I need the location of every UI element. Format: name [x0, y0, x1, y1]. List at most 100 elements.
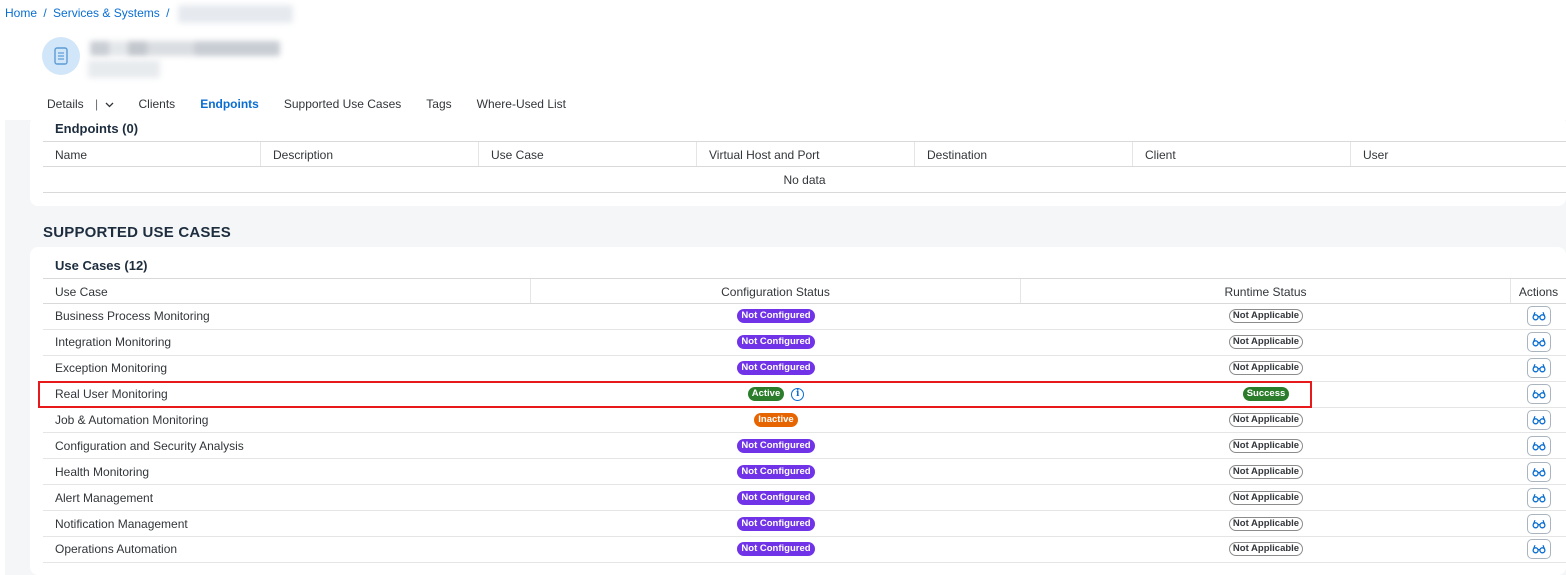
- actions-cell: [1511, 410, 1566, 430]
- glasses-icon: [1531, 519, 1546, 529]
- column-header-configuration-status[interactable]: Configuration Status: [531, 279, 1021, 303]
- configuration-status-cell: Not Configured: [531, 464, 1021, 479]
- table-row[interactable]: Job & Automation Monitoring Inactive Not A…: [43, 408, 1566, 434]
- runtime-status-badge: Not Applicable: [1228, 361, 1304, 376]
- view-details-button[interactable]: [1526, 513, 1551, 534]
- use-case-name: Configuration and Security Analysis: [55, 438, 244, 453]
- column-header-user[interactable]: User: [1351, 142, 1566, 166]
- tab-split-separator: |: [95, 97, 99, 111]
- runtime-status-cell: Not Applicable: [1021, 361, 1511, 376]
- column-header-name[interactable]: Name: [43, 142, 261, 166]
- glasses-icon: [1531, 545, 1546, 554]
- glasses-icon: [1531, 441, 1546, 451]
- runtime-status-cell: Not Applicable: [1021, 542, 1511, 557]
- view-details-button[interactable]: [1526, 539, 1551, 560]
- use-case-name: Health Monitoring: [55, 464, 150, 479]
- use-cases-table: Use Case Configuration Status Runtime St…: [43, 278, 1566, 563]
- endpoints-table-title: Endpoints (0): [55, 121, 139, 136]
- table-row[interactable]: Operations Automation Not Configured Not A…: [43, 537, 1566, 563]
- runtime-status-badge: Success: [1242, 387, 1290, 402]
- configuration-status-cell: Not Configured: [531, 335, 1021, 350]
- table-row[interactable]: Exception Monitoring Not Configured Not Ap…: [43, 356, 1566, 382]
- use-case-name: Job & Automation Monitoring: [55, 413, 209, 427]
- configuration-status-cell: Not Configured: [531, 542, 1021, 557]
- actions-cell: [1511, 539, 1566, 560]
- object-page-header: Home / Services & Systems / Details | Cl…: [0, 0, 1566, 120]
- breadcrumb-redacted-item: [177, 5, 293, 23]
- table-row[interactable]: Real User Monitoring Active i Success: [43, 382, 1566, 408]
- view-details-button[interactable]: [1526, 461, 1551, 482]
- table-row[interactable]: Configuration and Security Analysis Not C…: [43, 433, 1566, 460]
- endpoints-table: Name Description Use Case Virtual Host a…: [43, 141, 1566, 193]
- use-case-name: Operations Automation: [55, 542, 178, 557]
- view-details-button[interactable]: [1526, 306, 1551, 327]
- object-avatar: [42, 37, 80, 75]
- configuration-status-badge: Not Configured: [737, 516, 815, 531]
- view-details-button[interactable]: [1526, 332, 1551, 353]
- table-row[interactable]: Integration Monitoring Not Configured Not …: [43, 330, 1566, 356]
- glasses-icon: [1531, 415, 1546, 425]
- actions-cell: [1511, 332, 1566, 353]
- view-details-button[interactable]: [1526, 410, 1551, 430]
- glasses-icon: [1531, 467, 1546, 477]
- runtime-status-badge: Not Applicable: [1228, 309, 1304, 324]
- view-details-button[interactable]: [1526, 487, 1551, 508]
- breadcrumb-services-link[interactable]: Services & Systems: [53, 6, 160, 20]
- column-header-virtual-host[interactable]: Virtual Host and Port: [697, 142, 915, 166]
- glasses-icon: [1531, 312, 1546, 321]
- table-row[interactable]: Alert Management Not Configured Not Applic…: [43, 485, 1566, 512]
- object-title-redacted: [90, 41, 280, 56]
- configuration-status-badge: Not Configured: [737, 464, 815, 479]
- column-header-runtime-status[interactable]: Runtime Status: [1021, 279, 1511, 303]
- page: Home / Services & Systems / Details | Cl…: [0, 0, 1566, 575]
- configuration-status-badge: Not Configured: [737, 438, 815, 453]
- tab-supported-use-cases-label: Supported Use Cases: [283, 97, 402, 111]
- runtime-status-cell: Success: [1021, 387, 1511, 402]
- breadcrumb-home-link[interactable]: Home: [5, 6, 37, 20]
- glasses-icon: [1531, 493, 1546, 503]
- configuration-status-badge: Not Configured: [737, 309, 815, 324]
- runtime-status-badge: Not Applicable: [1228, 464, 1304, 479]
- use-case-name: Real User Monitoring: [55, 387, 168, 402]
- use-case-name: Business Process Monitoring: [55, 309, 210, 324]
- runtime-status-badge: Not Applicable: [1228, 542, 1304, 557]
- column-header-description[interactable]: Description: [261, 142, 479, 166]
- column-header-destination[interactable]: Destination: [915, 142, 1133, 166]
- runtime-status-cell: Not Applicable: [1021, 438, 1511, 453]
- use-case-name: Notification Management: [55, 516, 188, 531]
- column-header-client[interactable]: Client: [1133, 142, 1351, 166]
- info-icon[interactable]: i: [791, 387, 805, 401]
- configuration-status-cell: Not Configured: [531, 361, 1021, 376]
- breadcrumb-separator-2: /: [166, 6, 170, 21]
- view-details-button[interactable]: [1526, 358, 1551, 379]
- table-row[interactable]: Business Process Monitoring Not Configure…: [43, 304, 1566, 330]
- column-header-use-case[interactable]: Use Case: [43, 279, 531, 303]
- breadcrumb: Home / Services & Systems /: [5, 5, 293, 23]
- configuration-status-badge: Not Configured: [737, 361, 815, 376]
- runtime-status-cell: Not Applicable: [1021, 309, 1511, 324]
- configuration-status-cell: Inactive: [531, 413, 1021, 427]
- use-cases-table-title: Use Cases (12): [55, 258, 148, 273]
- runtime-status-cell: Not Applicable: [1021, 490, 1511, 505]
- view-details-button[interactable]: [1526, 435, 1551, 456]
- chevron-down-icon[interactable]: [105, 102, 114, 108]
- object-subtitle-redacted: [88, 60, 160, 78]
- actions-cell: [1511, 384, 1566, 405]
- configuration-status-cell: Active i: [531, 387, 1021, 402]
- runtime-status-cell: Not Applicable: [1021, 335, 1511, 350]
- tab-clients-label: Clients: [138, 97, 176, 111]
- column-header-use-case[interactable]: Use Case: [479, 142, 697, 166]
- use-cases-table-body: Business Process Monitoring Not Configure…: [43, 304, 1566, 563]
- runtime-status-badge: Not Applicable: [1228, 335, 1304, 350]
- runtime-status-badge: Not Applicable: [1228, 490, 1304, 505]
- actions-cell: [1511, 306, 1566, 327]
- runtime-status-cell: Not Applicable: [1021, 516, 1511, 531]
- view-details-button[interactable]: [1526, 384, 1551, 405]
- glasses-icon: [1531, 364, 1546, 373]
- tab-tags-label: Tags: [426, 97, 452, 111]
- table-row[interactable]: Health Monitoring Not Configured Not Appli…: [43, 459, 1566, 486]
- actions-cell: [1511, 461, 1566, 482]
- table-row[interactable]: Notification Management Not Configured Not…: [43, 511, 1566, 538]
- configuration-status-badge: Inactive: [754, 413, 798, 427]
- runtime-status-badge: Not Applicable: [1228, 438, 1304, 453]
